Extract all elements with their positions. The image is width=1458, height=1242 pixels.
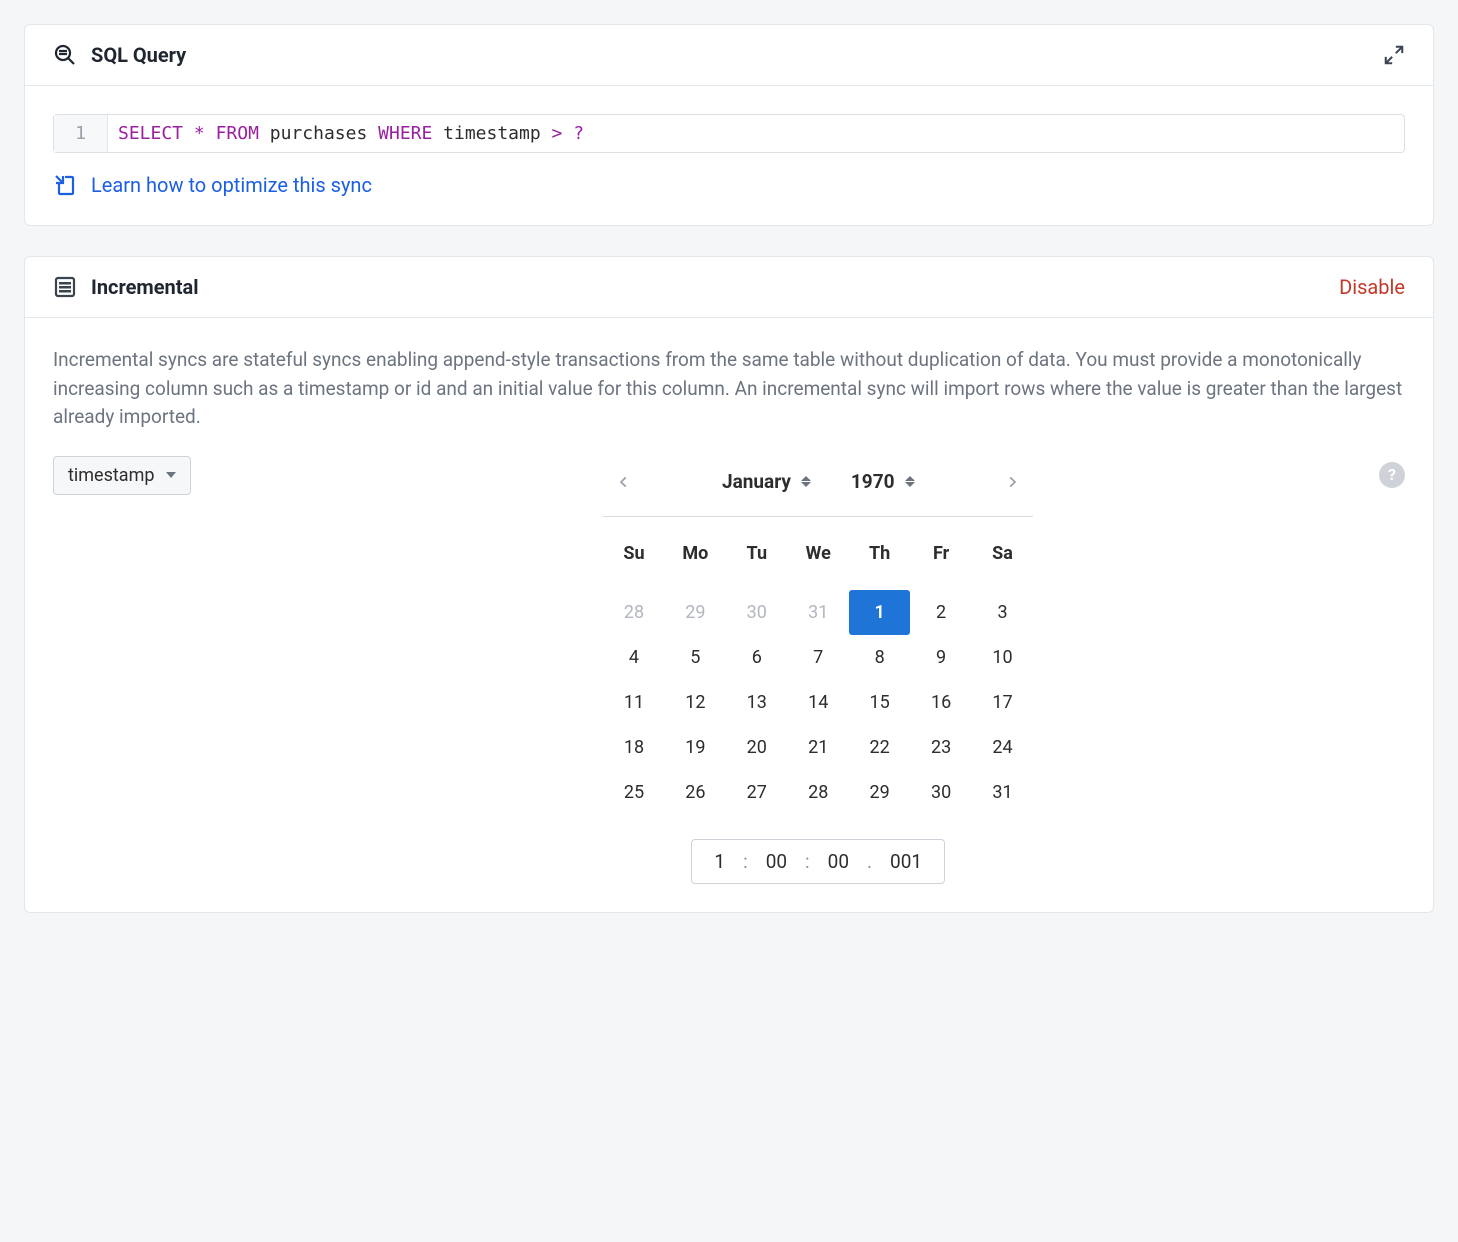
datepicker-day[interactable]: 22 <box>849 725 910 770</box>
optimize-docs-icon <box>53 173 77 197</box>
datepicker-day[interactable]: 19 <box>665 725 726 770</box>
time-second[interactable]: 00 <box>828 850 849 873</box>
datepicker-day[interactable]: 25 <box>603 770 664 815</box>
datepicker-day[interactable]: 30 <box>726 590 787 635</box>
datepicker-dow: Mo <box>665 533 726 574</box>
year-label: 1970 <box>851 470 895 493</box>
datepicker-day[interactable]: 21 <box>788 725 849 770</box>
sort-icon <box>801 476 811 487</box>
sql-panel-title: SQL Query <box>91 43 186 67</box>
datepicker-dow: Sa <box>972 533 1033 574</box>
expand-icon[interactable] <box>1383 44 1405 66</box>
time-hour[interactable]: 1 <box>714 850 725 873</box>
incremental-panel-header: Incremental Disable <box>25 257 1433 318</box>
datepicker-day[interactable]: 6 <box>726 635 787 680</box>
datepicker-day[interactable]: 5 <box>665 635 726 680</box>
time-minute[interactable]: 00 <box>766 850 787 873</box>
datepicker-day[interactable]: 14 <box>788 680 849 725</box>
editor-code-line[interactable]: SELECT * FROM purchases WHERE timestamp … <box>108 115 594 152</box>
code-token: ? <box>573 123 584 144</box>
datepicker-day[interactable]: 12 <box>665 680 726 725</box>
sql-panel-body: 1 SELECT * FROM purchases WHERE timestam… <box>25 86 1433 225</box>
datepicker-day[interactable]: 28 <box>603 590 664 635</box>
year-selector[interactable]: 1970 <box>851 470 915 493</box>
datepicker-day[interactable]: 2 <box>910 590 971 635</box>
datepicker-day[interactable]: 26 <box>665 770 726 815</box>
datepicker: January 1970 SuMoTuWeThFrSa <box>603 456 1033 884</box>
datepicker-day[interactable]: 24 <box>972 725 1033 770</box>
datepicker-day[interactable]: 9 <box>910 635 971 680</box>
datepicker-day[interactable]: 16 <box>910 680 971 725</box>
code-token: FROM <box>216 123 259 144</box>
datepicker-dow: We <box>788 533 849 574</box>
datepicker-day[interactable]: 31 <box>972 770 1033 815</box>
datepicker-day[interactable]: 3 <box>972 590 1033 635</box>
datepicker-day[interactable]: 23 <box>910 725 971 770</box>
column-select[interactable]: timestamp <box>53 456 191 495</box>
code-token <box>183 123 194 144</box>
datepicker-day[interactable]: 20 <box>726 725 787 770</box>
datepicker-day[interactable]: 10 <box>972 635 1033 680</box>
datepicker-dow: Th <box>849 533 910 574</box>
code-token <box>205 123 216 144</box>
help-icon[interactable]: ? <box>1379 462 1405 488</box>
datepicker-dow: Su <box>603 533 664 574</box>
datepicker-day[interactable]: 28 <box>788 770 849 815</box>
incremental-icon <box>53 275 77 299</box>
sql-query-panel: SQL Query 1 SELECT * FROM purchases WHER… <box>24 24 1434 226</box>
datepicker-day[interactable]: 29 <box>665 590 726 635</box>
incremental-panel: Incremental Disable Incremental syncs ar… <box>24 256 1434 913</box>
incremental-title: Incremental <box>91 275 199 299</box>
datepicker-day[interactable]: 15 <box>849 680 910 725</box>
optimize-sync-link[interactable]: Learn how to optimize this sync <box>91 173 372 197</box>
prev-month-button[interactable] <box>609 466 639 498</box>
datepicker-day[interactable]: 27 <box>726 770 787 815</box>
datepicker-days-grid: 2829303112345678910111213141516171819202… <box>603 590 1033 815</box>
search-sql-icon <box>53 43 77 67</box>
sort-icon <box>905 476 915 487</box>
code-token: * <box>194 123 205 144</box>
disable-link[interactable]: Disable <box>1339 275 1405 299</box>
editor-gutter: 1 <box>54 115 108 152</box>
time-separator: : <box>805 850 810 873</box>
column-select-value: timestamp <box>68 465 154 486</box>
next-month-button[interactable] <box>997 466 1027 498</box>
month-selector[interactable]: January <box>722 470 811 493</box>
datepicker-day[interactable]: 1 <box>849 590 910 635</box>
datepicker-header: January 1970 <box>603 456 1033 517</box>
datepicker-day[interactable]: 11 <box>603 680 664 725</box>
datepicker-day[interactable]: 4 <box>603 635 664 680</box>
code-token: WHERE <box>378 123 432 144</box>
time-input[interactable]: 1 : 00 : 00 . 001 <box>691 839 945 884</box>
datepicker-day[interactable]: 18 <box>603 725 664 770</box>
datepicker-day[interactable]: 29 <box>849 770 910 815</box>
code-token <box>562 123 573 144</box>
code-token: purchases <box>259 123 378 144</box>
code-token: SELECT <box>118 123 183 144</box>
datepicker-day[interactable]: 31 <box>788 590 849 635</box>
incremental-panel-body: Incremental syncs are stateful syncs ena… <box>25 318 1433 912</box>
time-millisecond[interactable]: 001 <box>890 850 922 873</box>
code-token: > <box>552 123 563 144</box>
incremental-description: Incremental syncs are stateful syncs ena… <box>53 346 1405 432</box>
sql-editor[interactable]: 1 SELECT * FROM purchases WHERE timestam… <box>53 114 1405 153</box>
line-number: 1 <box>54 123 107 144</box>
month-label: January <box>722 470 791 493</box>
datepicker-dow: Tu <box>726 533 787 574</box>
datepicker-dow-row: SuMoTuWeThFrSa <box>603 533 1033 574</box>
time-separator: . <box>867 850 872 873</box>
datepicker-day[interactable]: 17 <box>972 680 1033 725</box>
time-separator: : <box>743 850 748 873</box>
datepicker-day[interactable]: 30 <box>910 770 971 815</box>
datepicker-dow: Fr <box>910 533 971 574</box>
datepicker-day[interactable]: 7 <box>788 635 849 680</box>
datepicker-day[interactable]: 8 <box>849 635 910 680</box>
chevron-down-icon <box>166 472 176 478</box>
code-token: timestamp <box>432 123 551 144</box>
datepicker-day[interactable]: 13 <box>726 680 787 725</box>
sql-panel-header: SQL Query <box>25 25 1433 86</box>
